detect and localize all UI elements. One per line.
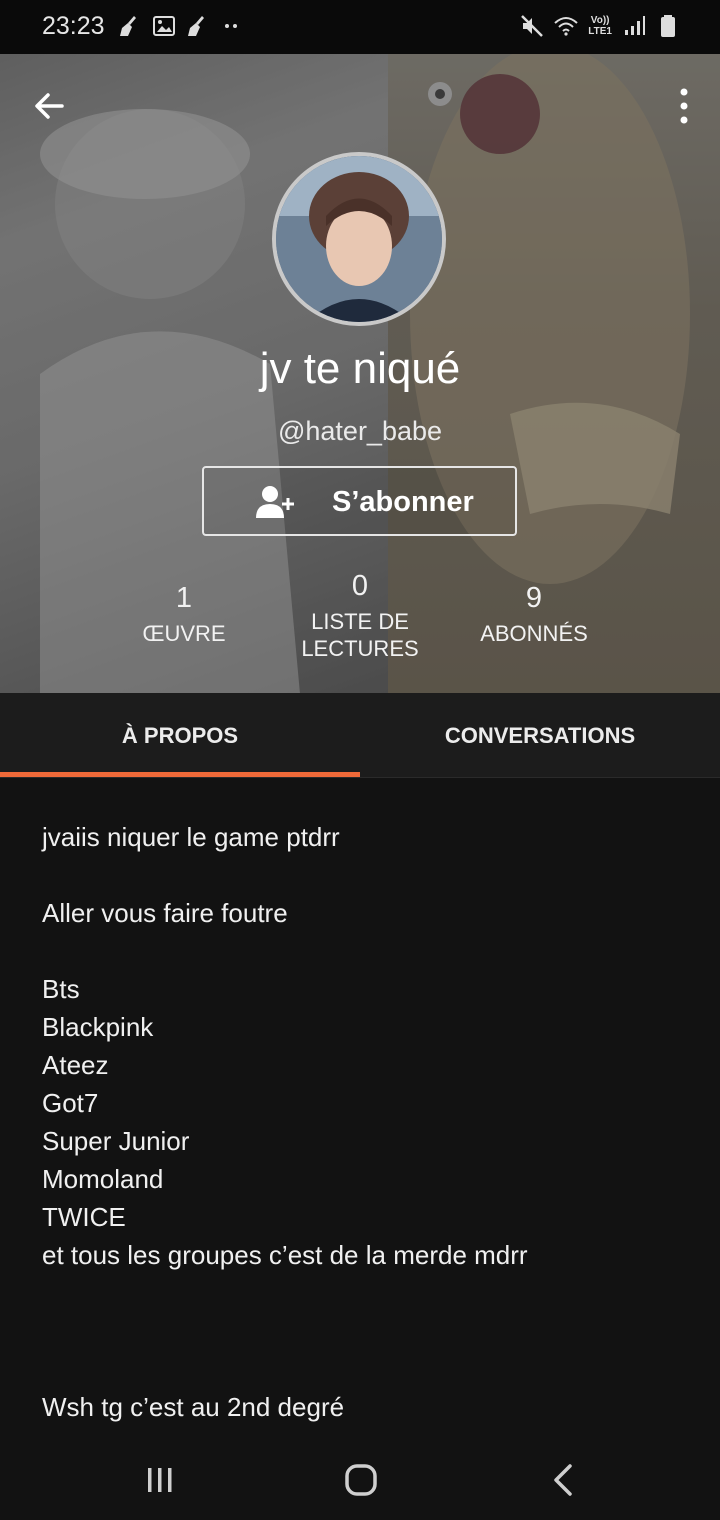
volte-indicator: Vo)) LTE1 (588, 15, 612, 37)
bio-line: et tous les groupes c’est de la merde md… (42, 1240, 528, 1270)
stat-followers-value: 9 (525, 582, 543, 614)
tab-conversations[interactable]: CONVERSATIONS (360, 693, 720, 778)
bio-line: Aller vous faire foutre (42, 898, 288, 928)
bio-line: Momoland (42, 1164, 164, 1194)
status-time: 23:23 (42, 12, 105, 40)
signal-icon (625, 16, 645, 35)
stat-reading-lists-label-line2: LECTURES (301, 636, 419, 661)
system-nav-bar (0, 1440, 720, 1520)
bio-line: Ateez (42, 1050, 109, 1080)
system-icons: Vo)) LTE1 (520, 14, 680, 38)
bio-line: Got7 (42, 1088, 99, 1118)
notification-icons (118, 14, 244, 38)
home-icon[interactable] (341, 1460, 381, 1500)
wifi-icon (554, 17, 578, 36)
stat-reading-lists-value: 0 (351, 570, 369, 602)
profile-username: @hater_babe (277, 416, 443, 446)
follow-button[interactable]: S’abonner (202, 466, 517, 536)
bio-line: TWICE (42, 1202, 126, 1232)
bio-line (42, 932, 682, 970)
broom-icon (120, 16, 136, 36)
lte-label: LTE1 (588, 26, 612, 37)
arrow-left-icon[interactable] (28, 84, 72, 128)
recent-apps-icon[interactable] (140, 1460, 180, 1500)
bio-line (42, 856, 682, 894)
bio-line (42, 1312, 682, 1350)
profile-bio: jvaiis niquer le game ptdrr Aller vous f… (42, 818, 682, 1426)
volte-label: Vo)) (590, 15, 610, 26)
add-person-icon (256, 486, 294, 518)
profile-header: jv te niqué @hater_babe S’abonner 1 ŒUVR… (0, 54, 720, 693)
stat-reading-lists-label-line1: LISTE DE (311, 609, 409, 634)
image-icon (153, 16, 175, 36)
bio-line: Blackpink (42, 1012, 154, 1042)
avatar-image (276, 156, 442, 322)
profile-display-name: jv te niqué (259, 344, 461, 393)
bio-line (42, 1274, 682, 1312)
bio-line (42, 1350, 682, 1388)
stat-works-value: 1 (175, 582, 193, 614)
bio-line: jvaiis niquer le game ptdrr (42, 822, 340, 852)
tab-about[interactable]: À PROPOS (0, 693, 360, 778)
battery-icon (661, 15, 675, 37)
more-dots-icon (225, 24, 237, 28)
avatar[interactable] (272, 152, 446, 326)
stat-followers-label: ABONNÉS (480, 621, 588, 646)
stat-followers[interactable]: 9 ABONNÉS (464, 582, 604, 647)
more-vertical-icon[interactable] (674, 84, 694, 128)
back-icon[interactable] (544, 1460, 584, 1500)
status-bar: 23:23 Vo)) LTE1 (0, 0, 720, 54)
mute-icon (521, 15, 544, 37)
bio-line: Wsh tg c’est au 2nd degré (42, 1392, 345, 1422)
profile-tabs: À PROPOS CONVERSATIONS (0, 693, 720, 778)
bio-line: Super Junior (42, 1126, 190, 1156)
active-tab-indicator (0, 772, 360, 777)
stat-reading-lists[interactable]: 0 LISTE DE LECTURES (280, 570, 440, 662)
stat-works[interactable]: 1 ŒUVRE (124, 582, 244, 647)
bio-line: Bts (42, 974, 80, 1004)
broom-icon (188, 16, 204, 36)
stat-works-label: ŒUVRE (142, 621, 226, 646)
follow-button-label: S’abonner (332, 486, 474, 518)
